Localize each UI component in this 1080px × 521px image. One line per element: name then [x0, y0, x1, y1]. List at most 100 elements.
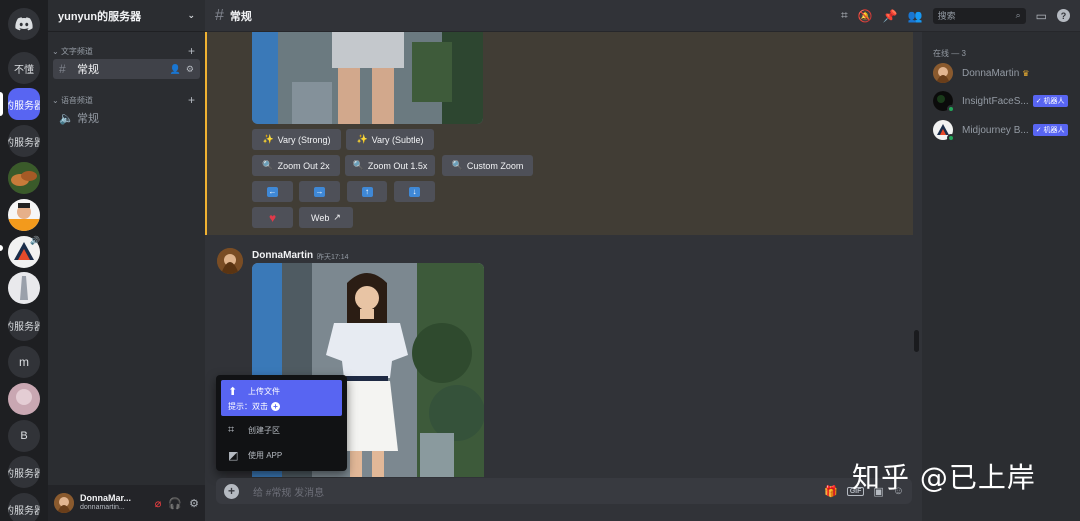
channel-item-general[interactable]: # 常规 👤 ⚙: [53, 59, 200, 79]
sparkle-icon: ✨: [262, 134, 274, 144]
discord-app: 不懂 的服务器 的服务器 🔊 的服务器 m B 的服务器 的服务器 yunyun…: [0, 0, 1080, 521]
generated-image[interactable]: [252, 32, 483, 124]
bot-badge: ✓ 机器人: [1032, 124, 1068, 136]
member-name: DonnaMartin: [962, 67, 1020, 79]
member-name: Midjourney B...: [962, 124, 1029, 136]
avatar: [933, 91, 955, 113]
user-panel: DonnaMar... donnamartin... ⌀ 🎧 ⚙: [48, 485, 205, 521]
online-header: 在线 — 3: [933, 49, 966, 58]
chevron-icon: ⌄: [52, 95, 61, 105]
message-author[interactable]: DonnaMartin: [252, 250, 313, 261]
app-icon: ◩: [228, 450, 239, 462]
online-status-icon: [947, 134, 955, 142]
upload-file-menu-item[interactable]: ⬆ 上传文件 提示：双击 +: [221, 380, 342, 416]
channel-title: 常规: [229, 10, 252, 23]
hash-icon: #: [59, 62, 66, 76]
custom-zoom-button[interactable]: 🔍 Custom Zoom: [442, 155, 533, 176]
add-attachment-button[interactable]: +: [224, 483, 239, 499]
avatar: [933, 63, 953, 83]
scrollbar-thumb[interactable]: [914, 330, 919, 352]
message-composer[interactable]: + 给 #常规 发消息 🎁 GIF ▣ ☺: [216, 478, 912, 504]
upload-hint: 提示：双击 +: [228, 401, 280, 412]
members-icon[interactable]: 👥: [908, 9, 923, 23]
server-icon[interactable]: 的服务器: [8, 125, 40, 157]
speaker-icon: 🔊: [30, 236, 40, 245]
pin-icon[interactable]: 📌: [883, 9, 898, 23]
arrow-down-icon: ↓: [409, 186, 420, 197]
heart-icon: ♥: [268, 210, 277, 225]
server-icon[interactable]: 的服务器: [8, 456, 40, 488]
notification-muted-icon[interactable]: 🔕: [858, 9, 873, 23]
server-avatar[interactable]: [8, 162, 40, 194]
add-channel-icon[interactable]: +: [188, 44, 195, 58]
channel-item-voice[interactable]: 🔈 常规: [53, 108, 200, 128]
zoom-out-1-5x-button[interactable]: 🔍 Zoom Out 1.5x: [345, 155, 435, 176]
avatar: [933, 120, 955, 142]
server-rail: 不懂 的服务器 的服务器 🔊 的服务器 m B 的服务器 的服务器: [0, 0, 48, 521]
active-server-pill: [0, 92, 3, 116]
server-icon[interactable]: B: [8, 420, 40, 452]
server-avatar[interactable]: [8, 383, 40, 415]
avatar[interactable]: [217, 248, 243, 274]
online-status-icon: [947, 105, 955, 113]
use-app-menu-item[interactable]: ◩ 使用 APP: [221, 443, 342, 468]
bot-badge: ✓ 机器人: [1032, 95, 1068, 107]
chevron-down-icon: ⌄: [187, 10, 195, 20]
search-icon: ⌕: [1015, 10, 1021, 20]
add-channel-icon[interactable]: +: [188, 93, 195, 107]
server-avatar[interactable]: [8, 199, 40, 231]
member-list: 在线 — 3 DonnaMartin ♛ InsightFaceS... ✓ 机…: [922, 32, 1080, 521]
vary-subtle-button[interactable]: ✨ Vary (Subtle): [346, 129, 434, 150]
vary-strong-button[interactable]: ✨ Vary (Strong): [252, 129, 341, 150]
message-input[interactable]: 给 #常规 发消息: [253, 484, 824, 499]
pan-up-button[interactable]: ↑: [347, 181, 387, 202]
discord-home-icon[interactable]: [8, 8, 40, 40]
search-input[interactable]: 搜索 ⌕: [932, 7, 1026, 24]
web-link-button[interactable]: Web ↗: [299, 207, 353, 228]
avatar[interactable]: [54, 493, 74, 513]
member-item[interactable]: DonnaMartin ♛: [933, 62, 1078, 84]
magnifier-icon: 🔍: [451, 160, 463, 170]
pan-down-button[interactable]: ↓: [394, 181, 435, 202]
threads-icon[interactable]: ⌗: [841, 8, 848, 23]
server-icon[interactable]: 不懂: [8, 52, 40, 84]
arrow-right-icon: →: [314, 186, 325, 197]
magnifier-icon: 🔍: [352, 160, 364, 170]
invite-icon[interactable]: 👤: [170, 64, 181, 75]
server-icon[interactable]: 的服务器: [8, 493, 40, 521]
sparkle-icon: ✨: [356, 134, 368, 144]
arrow-left-icon: ←: [267, 186, 278, 197]
server-header[interactable]: yunyun的服务器 ⌄: [48, 0, 205, 32]
server-icon[interactable]: 的服务器: [8, 309, 40, 341]
attach-menu: ⬆ 上传文件 提示：双击 + ⌗ 创建子区 ◩ 使用 APP: [216, 375, 347, 471]
unread-pill: [0, 245, 3, 251]
member-item[interactable]: InsightFaceS... ✓ 机器人: [933, 90, 1078, 113]
mic-muted-icon[interactable]: ⌀: [155, 497, 162, 510]
create-thread-menu-item[interactable]: ⌗ 创建子区: [221, 418, 342, 443]
hash-icon: #: [215, 6, 224, 24]
help-icon[interactable]: ?: [1057, 9, 1070, 22]
plus-circle-icon: +: [271, 401, 280, 411]
server-icon-active[interactable]: 的服务器: [8, 88, 40, 120]
pan-right-button[interactable]: →: [299, 181, 340, 202]
headphones-icon[interactable]: 🎧: [168, 497, 182, 510]
highlighted-message: ✨ Vary (Strong) ✨ Vary (Subtle) 🔍 Zoom Out …: [205, 32, 913, 235]
zoom-out-2x-button[interactable]: 🔍 Zoom Out 2x: [252, 155, 340, 176]
message-timestamp: 昨天17:14: [317, 254, 349, 261]
server-icon[interactable]: m: [8, 346, 40, 378]
server-avatar[interactable]: [8, 272, 40, 304]
member-item[interactable]: Midjourney B... ✓ 机器人: [933, 119, 1078, 142]
external-link-icon: ↗: [333, 212, 341, 222]
watermark: 知乎 @已上岸: [852, 461, 1036, 494]
pan-left-button[interactable]: ←: [252, 181, 293, 202]
favorite-button[interactable]: ♥: [252, 207, 293, 228]
chevron-icon: ⌄: [52, 46, 61, 56]
crown-icon: ♛: [1022, 68, 1030, 78]
inbox-icon[interactable]: ▭: [1036, 9, 1047, 23]
category-voice[interactable]: ⌄ 语音频道 +: [48, 93, 205, 107]
arrow-up-icon: ↑: [361, 186, 373, 197]
gift-icon[interactable]: 🎁: [824, 485, 838, 498]
gear-icon[interactable]: ⚙: [186, 64, 194, 75]
gear-icon[interactable]: ⚙: [189, 497, 199, 510]
category-text[interactable]: ⌄ 文字频道 +: [48, 44, 205, 58]
